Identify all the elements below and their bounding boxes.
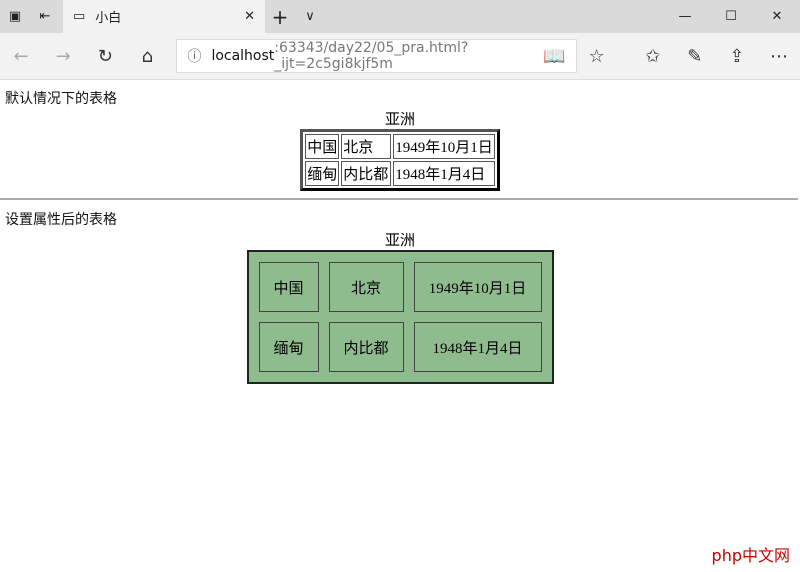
close-tab-icon[interactable]: ✕ <box>244 9 255 24</box>
tab-list-chevron-icon[interactable]: ∨ <box>295 9 325 24</box>
table-row: 中国 北京 1949年10月1日 <box>258 262 542 312</box>
tab-title: 小白 <box>95 11 122 26</box>
home-icon[interactable]: ⌂ <box>126 46 168 67</box>
info-icon[interactable]: ⓘ <box>187 46 201 66</box>
cell: 北京 <box>328 262 404 312</box>
page-icon: ▭ <box>73 9 86 24</box>
tab-bar: ▣ ⇤ ▭ 小白 ✕ + ∨ — ☐ ✕ <box>0 0 800 33</box>
back-icon[interactable]: ← <box>0 46 42 67</box>
favorites-icon[interactable]: ✩ <box>632 46 674 67</box>
section1-label: 默认情况下的表格 <box>5 91 117 107</box>
maximize-icon[interactable]: ☐ <box>708 9 754 24</box>
divider <box>0 198 798 200</box>
table-caption: 亚洲 <box>384 112 415 128</box>
cell: 内比都 <box>328 322 404 372</box>
cell: 1949年10月1日 <box>393 134 495 159</box>
favorite-star-icon[interactable]: ☆ <box>576 46 618 67</box>
url-host: localhost <box>211 48 275 64</box>
new-tab-icon[interactable]: + <box>265 5 295 29</box>
cell: 缅甸 <box>305 161 340 186</box>
tab-manager-icon[interactable]: ▣ <box>0 9 30 24</box>
close-window-icon[interactable]: ✕ <box>754 9 800 24</box>
cell: 1948年1月4日 <box>413 322 542 372</box>
table-row: 缅甸 内比都 1948年1月4日 <box>305 161 495 186</box>
cell: 北京 <box>341 134 392 159</box>
tab-active[interactable]: ▭ 小白 ✕ <box>63 0 265 33</box>
table-row: 缅甸 内比都 1948年1月4日 <box>258 322 542 372</box>
cell: 1949年10月1日 <box>413 262 542 312</box>
share-icon[interactable]: ⇪ <box>716 46 758 67</box>
set-aside-tabs-icon[interactable]: ⇤ <box>30 9 60 24</box>
more-icon[interactable]: ⋯ <box>758 46 800 67</box>
default-table: 亚洲 中国 北京 1949年10月1日 缅甸 内比都 1948年1月4日 <box>300 108 500 191</box>
section2-label: 设置属性后的表格 <box>5 212 117 228</box>
cell: 1948年1月4日 <box>393 161 495 186</box>
styled-table: 亚洲 中国 北京 1949年10月1日 缅甸 内比都 1948年1月4日 <box>246 229 554 384</box>
nav-bar: ← → ↻ ⌂ ⓘ localhost:63343/day22/05_pra.h… <box>0 33 800 80</box>
table-row: 中国 北京 1949年10月1日 <box>305 134 495 159</box>
cell: 中国 <box>305 134 340 159</box>
url-rest: :63343/day22/05_pra.html?_ijt=2c5gi8kjf5… <box>274 40 469 72</box>
minimize-icon[interactable]: — <box>662 9 708 24</box>
notes-pen-icon[interactable]: ✎ <box>674 46 716 67</box>
forward-icon[interactable]: → <box>42 46 84 67</box>
table-caption: 亚洲 <box>384 233 415 249</box>
address-bar[interactable]: ⓘ localhost:63343/day22/05_pra.html?_ijt… <box>176 39 578 73</box>
watermark-logo: php中文网 <box>711 542 790 566</box>
cell: 缅甸 <box>258 322 319 372</box>
cell: 内比都 <box>341 161 392 186</box>
cell: 中国 <box>258 262 319 312</box>
reading-view-icon[interactable]: 📖 <box>533 46 575 67</box>
refresh-icon[interactable]: ↻ <box>84 46 126 67</box>
